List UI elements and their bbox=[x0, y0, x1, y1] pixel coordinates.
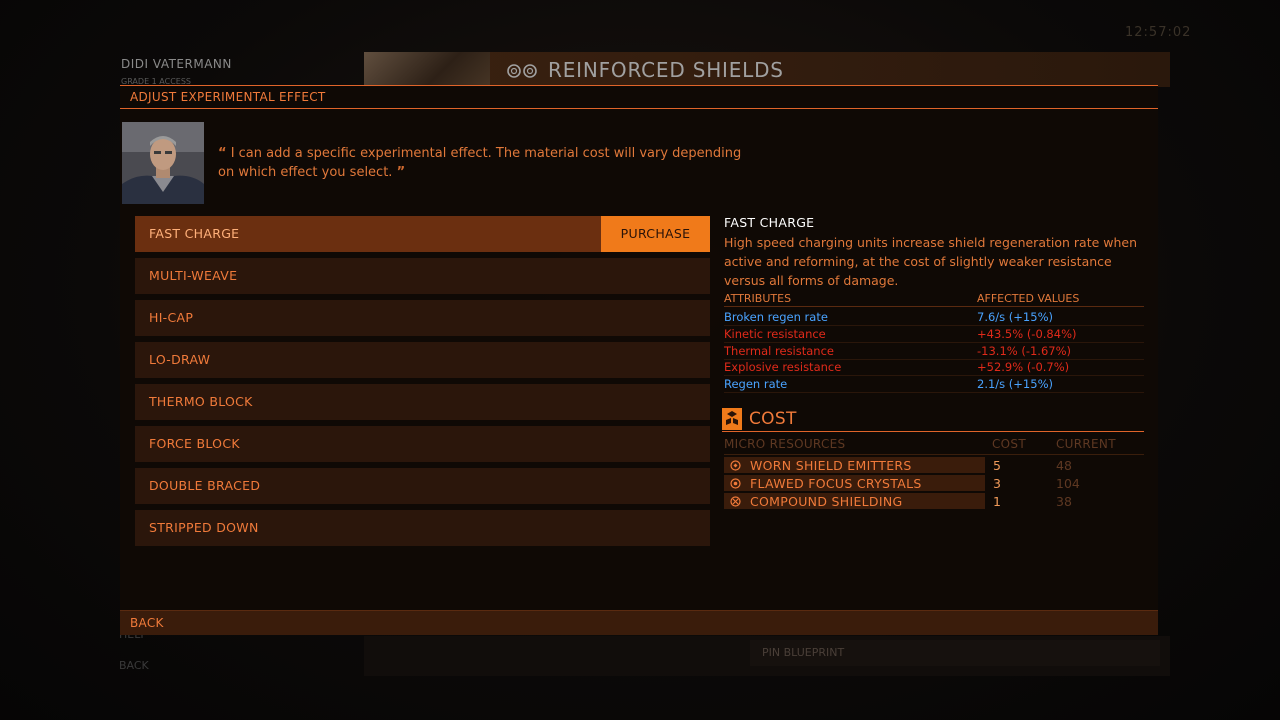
cost-title: COST bbox=[749, 409, 797, 429]
attribute-value: -13.1% (-1.67%) bbox=[977, 344, 1071, 358]
cost-item-cost: 3 bbox=[993, 476, 1001, 491]
option-lo-draw[interactable]: LO-DRAW bbox=[135, 342, 710, 378]
option-force-block[interactable]: FORCE BLOCK bbox=[135, 426, 710, 462]
pin-blueprint-label: PIN BLUEPRINT bbox=[762, 646, 845, 659]
cost-item: WORN SHIELD EMITTERS 5 48 bbox=[724, 457, 1144, 474]
back-label: BACK bbox=[130, 616, 164, 630]
current-column: CURRENT bbox=[1056, 437, 1116, 451]
attribute-name: Explosive resistance bbox=[724, 360, 842, 374]
attribute-row: Explosive resistance +52.9% (-0.7%) bbox=[724, 359, 1144, 376]
cost-item-current: 104 bbox=[1056, 476, 1080, 491]
crystal-icon bbox=[730, 478, 741, 489]
cost-item-cost: 1 bbox=[993, 494, 1001, 509]
cost-divider bbox=[722, 431, 1144, 432]
attribute-value: +52.9% (-0.7%) bbox=[977, 360, 1070, 374]
option-label: MULTI-WEAVE bbox=[149, 268, 238, 283]
purchase-label: PURCHASE bbox=[620, 226, 691, 241]
engineer-quote: “ I can add a specific experimental effe… bbox=[218, 144, 758, 182]
attribute-value: 7.6/s (+15%) bbox=[977, 310, 1053, 324]
blueprint-title: REINFORCED SHIELDS bbox=[548, 58, 784, 82]
cost-item: FLAWED FOCUS CRYSTALS 3 104 bbox=[724, 475, 1144, 492]
cost-item-current: 48 bbox=[1056, 458, 1072, 473]
clock: 12:57:02 bbox=[1125, 25, 1192, 40]
emitter-icon bbox=[730, 460, 741, 471]
attribute-row: Kinetic resistance +43.5% (-0.84%) bbox=[724, 326, 1144, 343]
option-thermo-block[interactable]: THERMO BLOCK bbox=[135, 384, 710, 420]
option-label: LO-DRAW bbox=[149, 352, 211, 367]
option-multi-weave[interactable]: MULTI-WEAVE bbox=[135, 258, 710, 294]
option-hi-cap[interactable]: HI-CAP bbox=[135, 300, 710, 336]
dialog-header: ADJUST EXPERIMENTAL EFFECT bbox=[120, 85, 1158, 109]
option-stripped-down[interactable]: STRIPPED DOWN bbox=[135, 510, 710, 546]
cost-item-cost: 5 bbox=[993, 458, 1001, 473]
attribute-value: 2.1/s (+15%) bbox=[977, 377, 1053, 391]
back-button[interactable]: BACK bbox=[120, 610, 1158, 635]
option-label: DOUBLE BRACED bbox=[149, 478, 261, 493]
bg-back-link[interactable]: BACK bbox=[119, 659, 149, 672]
option-label: FORCE BLOCK bbox=[149, 436, 240, 451]
shielding-icon bbox=[730, 496, 741, 507]
option-label: FAST CHARGE bbox=[149, 226, 240, 241]
quote-text: I can add a specific experimental effect… bbox=[218, 146, 742, 180]
attributes-header: ATTRIBUTES AFFECTED VALUES bbox=[724, 292, 1144, 307]
attribute-name: Kinetic resistance bbox=[724, 327, 826, 341]
attribute-name: Broken regen rate bbox=[724, 310, 828, 324]
cost-item-name: FLAWED FOCUS CRYSTALS bbox=[750, 476, 922, 491]
option-double-braced[interactable]: DOUBLE BRACED bbox=[135, 468, 710, 504]
attribute-row: Broken regen rate 7.6/s (+15%) bbox=[724, 309, 1144, 326]
cost-icon bbox=[722, 408, 742, 430]
cost-item-current: 38 bbox=[1056, 494, 1072, 509]
module-thumbnail bbox=[364, 52, 490, 87]
option-label: THERMO BLOCK bbox=[149, 394, 253, 409]
effect-title: FAST CHARGE bbox=[724, 215, 815, 230]
attribute-name: Thermal resistance bbox=[724, 344, 834, 358]
attributes-column: ATTRIBUTES bbox=[724, 292, 792, 305]
attribute-name: Regen rate bbox=[724, 377, 788, 391]
attribute-row: Thermal resistance -13.1% (-1.67%) bbox=[724, 343, 1144, 360]
cost-item-name: WORN SHIELD EMITTERS bbox=[750, 458, 912, 473]
commander-name: DIDI VATERMANN bbox=[121, 57, 232, 71]
cost-column: COST bbox=[992, 437, 1026, 451]
micro-resources-column: MICRO RESOURCES bbox=[724, 437, 846, 451]
affected-values-column: AFFECTED VALUES bbox=[977, 292, 1080, 305]
option-label: HI-CAP bbox=[149, 310, 194, 325]
engineer-portrait bbox=[122, 122, 204, 204]
cost-item: COMPOUND SHIELDING 1 38 bbox=[724, 493, 1144, 510]
option-label: STRIPPED DOWN bbox=[149, 520, 259, 535]
effect-description: High speed charging units increase shiel… bbox=[724, 235, 1138, 288]
cost-header: MICRO RESOURCES COST CURRENT bbox=[724, 436, 1144, 455]
attribute-value: +43.5% (-0.84%) bbox=[977, 327, 1077, 341]
close-quote-mark: ” bbox=[396, 165, 406, 180]
purchase-button[interactable]: PURCHASE bbox=[601, 216, 710, 252]
dialog-title: ADJUST EXPERIMENTAL EFFECT bbox=[130, 90, 326, 104]
open-quote-mark: “ bbox=[218, 146, 227, 161]
cost-item-name: COMPOUND SHIELDING bbox=[750, 494, 903, 509]
attribute-row: Regen rate 2.1/s (+15%) bbox=[724, 376, 1144, 393]
blueprint-icon bbox=[507, 64, 537, 78]
